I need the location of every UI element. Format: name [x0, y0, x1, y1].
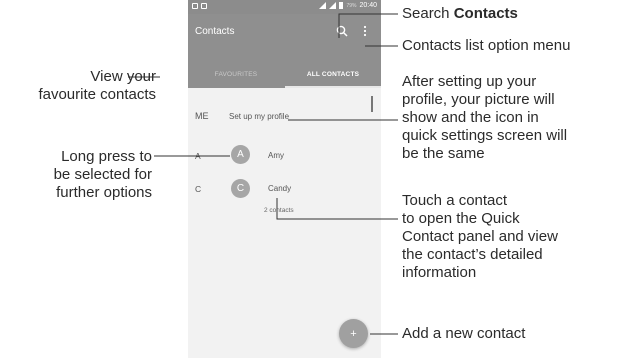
contacts-count: 2 contacts	[264, 207, 294, 214]
callout-search: Search Contacts	[402, 5, 518, 22]
signal-icon	[329, 2, 337, 9]
status-icons-left	[192, 3, 207, 9]
overflow-menu-icon[interactable]	[362, 25, 368, 37]
callout-long-press: Long press to be selected for further op…	[53, 148, 152, 201]
callout-favourites: View your favourite contacts	[38, 68, 156, 103]
phone-screen: 79% 20:40 Contacts FAVOURITES ALL CONTAC…	[188, 0, 381, 358]
status-icons-right: 79% 20:40	[319, 2, 377, 9]
avatar[interactable]: A	[231, 145, 250, 164]
add-contact-button[interactable]: +	[339, 319, 368, 348]
tab-indicator	[285, 86, 381, 88]
callout-profile: After setting up your profile, your pict…	[402, 73, 568, 162]
section-letter-c: C	[195, 184, 202, 194]
status-bar: 79% 20:40	[188, 0, 381, 14]
callout-touch-contact: Touch a contact to open the Quick Contac…	[402, 192, 558, 281]
tab-all-contacts[interactable]: ALL CONTACTS	[285, 60, 381, 88]
contact-name-amy[interactable]: Amy	[268, 151, 284, 160]
notification-icon	[192, 3, 198, 9]
app-title: Contacts	[195, 26, 235, 37]
setup-profile-item[interactable]: Set up my profile	[229, 112, 289, 121]
callout-options-menu: Contacts list option menu	[402, 37, 571, 54]
scrollbar[interactable]	[371, 96, 373, 112]
battery-icon	[339, 2, 344, 9]
tab-favourites[interactable]: FAVOURITES	[188, 60, 284, 88]
search-icon[interactable]	[335, 24, 349, 38]
wifi-icon	[319, 2, 327, 9]
section-letter-a: A	[195, 151, 201, 161]
me-label: ME	[195, 111, 209, 121]
app-bar	[188, 14, 381, 60]
avatar[interactable]: C	[231, 179, 250, 198]
image-icon	[201, 3, 207, 9]
contact-name-candy[interactable]: Candy	[268, 184, 291, 193]
battery-percent: 79%	[346, 2, 357, 9]
tab-bar: FAVOURITES ALL CONTACTS	[188, 60, 381, 88]
status-time: 20:40	[359, 2, 377, 9]
callout-add-contact: Add a new contact	[402, 325, 526, 342]
